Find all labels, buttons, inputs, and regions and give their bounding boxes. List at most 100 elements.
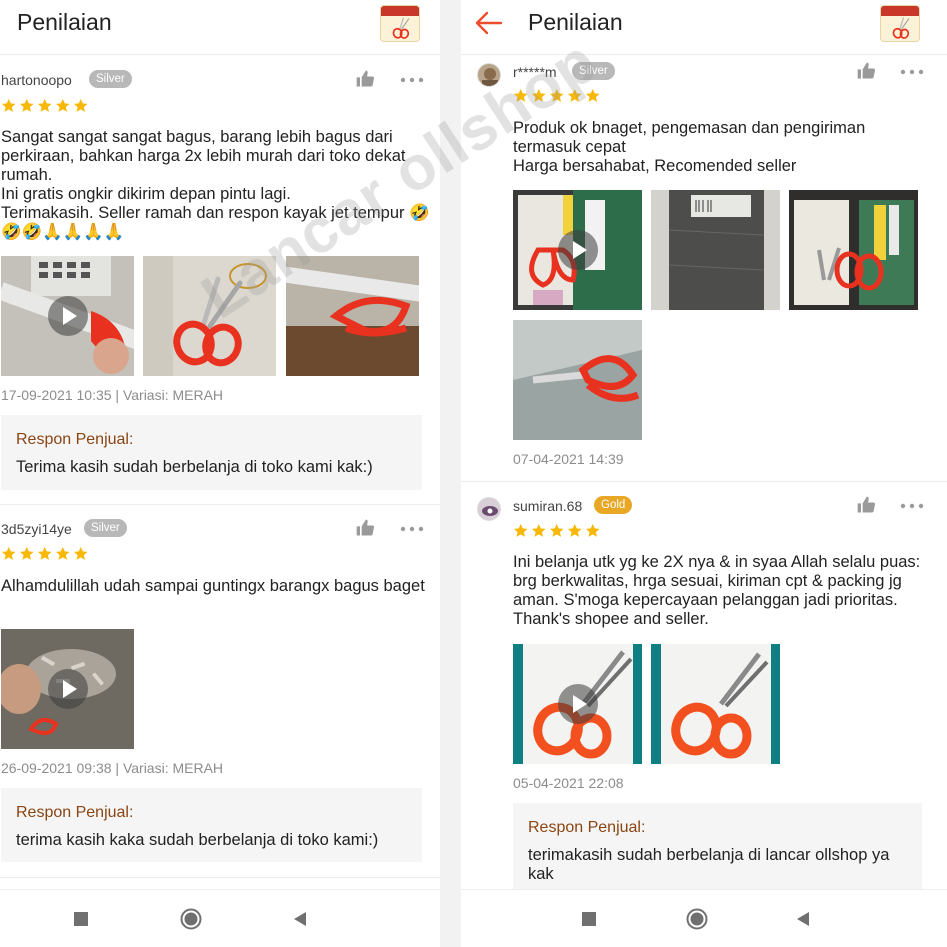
scissors-icon	[381, 6, 419, 40]
star-rating	[1, 98, 89, 114]
review-photo[interactable]	[789, 190, 918, 310]
seller-response-text: terimakasih sudah berbelanja di lancar o…	[528, 846, 890, 883]
star-icon	[37, 546, 53, 562]
seller-response-text: Terima kasih sudah berbelanja di toko ka…	[16, 458, 373, 476]
review-video[interactable]	[513, 190, 642, 310]
review-video[interactable]	[1, 256, 134, 376]
scissors-photo-image	[143, 256, 276, 376]
user-avatar-image	[478, 64, 500, 86]
like-icon[interactable]	[856, 61, 876, 81]
square-icon[interactable]	[578, 908, 600, 930]
play-button-icon[interactable]	[47, 669, 88, 709]
star-icon	[531, 523, 547, 539]
review-divider	[0, 877, 440, 878]
review-photo[interactable]	[286, 256, 419, 376]
play-button-icon[interactable]	[47, 296, 88, 336]
back-arrow-icon[interactable]	[473, 9, 505, 37]
play-button-icon[interactable]	[557, 230, 598, 270]
triangle-back-icon[interactable]	[289, 908, 311, 930]
star-rating	[513, 523, 601, 539]
triangle-back-icon[interactable]	[792, 908, 814, 930]
star-icon	[55, 98, 71, 114]
member-badge: Silver	[572, 62, 615, 80]
reviewer-username[interactable]: r*****m	[513, 64, 557, 80]
review-user-row: hartonoopo Silver	[0, 70, 440, 94]
scissors-icon	[881, 6, 919, 40]
star-icon	[585, 523, 601, 539]
review-text: Produk ok bnaget, pengemasan dan pengiri…	[513, 119, 866, 175]
seller-response-label: Respon Penjual:	[528, 819, 646, 836]
review-text: Alhamdulillah udah sampai guntingx baran…	[1, 577, 425, 595]
review-text: Ini belanja utk yg ke 2X nya & in syaa A…	[513, 553, 921, 628]
review-photo[interactable]	[143, 256, 276, 376]
more-options-icon[interactable]	[900, 496, 924, 516]
seller-response: Respon Penjual: terima kasih kaka sudah …	[1, 788, 422, 862]
shop-product-thumbnail[interactable]	[380, 5, 420, 42]
star-icon	[549, 88, 565, 104]
avatar[interactable]	[477, 497, 501, 521]
system-navigation-bar	[461, 889, 947, 947]
play-button-icon[interactable]	[557, 684, 598, 724]
review-user-row: r*****m Silver	[461, 61, 947, 87]
user-avatar-image	[478, 498, 500, 520]
review-item: r*****m Silver Produk ok bnaget, pengema…	[461, 62, 947, 472]
review-text: Sangat sangat sangat bagus, barang lebih…	[1, 128, 430, 241]
review-item: sumiran.68 Gold Ini belanja utk yg ke 2X…	[461, 496, 947, 889]
reviewer-username[interactable]: 3d5zyi14ye	[1, 521, 72, 537]
circle-icon[interactable]	[686, 908, 708, 930]
app-header: Penilaian	[0, 0, 440, 50]
review-photo[interactable]	[513, 320, 642, 440]
package-photo-image	[651, 190, 780, 310]
star-icon	[1, 546, 17, 562]
star-icon	[73, 546, 89, 562]
star-rating	[1, 546, 89, 562]
review-item: 3d5zyi14ye Silver Alhamdulillah udah sam…	[0, 519, 440, 879]
reviewer-username[interactable]: hartonoopo	[1, 72, 72, 88]
member-badge: Silver	[89, 70, 132, 88]
review-panel-left: Penilaian hartonoopo Silver Sangat sanga…	[0, 0, 440, 947]
member-badge: Gold	[594, 496, 633, 514]
review-item: hartonoopo Silver Sangat sangat sangat b…	[0, 70, 440, 500]
shop-product-thumbnail[interactable]	[880, 5, 920, 42]
more-options-icon[interactable]	[900, 62, 924, 82]
review-divider	[0, 504, 440, 505]
scissors-photo-image	[651, 644, 780, 764]
more-options-icon[interactable]	[400, 519, 424, 539]
more-options-icon[interactable]	[400, 70, 424, 90]
review-photo[interactable]	[651, 190, 780, 310]
star-icon	[1, 98, 17, 114]
review-video[interactable]	[1, 629, 134, 749]
review-meta: 26-09-2021 09:38 | Variasi: MERAH	[1, 760, 224, 776]
seller-response-text: terima kasih kaka sudah berbelanja di to…	[16, 831, 379, 849]
circle-icon[interactable]	[180, 908, 202, 930]
like-icon[interactable]	[856, 495, 876, 515]
avatar[interactable]	[477, 63, 501, 87]
page-title: Penilaian	[528, 9, 623, 35]
star-icon	[567, 523, 583, 539]
seller-response: Respon Penjual: terimakasih sudah berbel…	[513, 803, 922, 889]
review-photo[interactable]	[651, 644, 780, 764]
review-divider	[461, 481, 947, 482]
header-divider	[461, 54, 947, 55]
star-icon	[55, 546, 71, 562]
star-icon	[549, 523, 565, 539]
star-rating	[513, 88, 601, 104]
star-icon	[585, 88, 601, 104]
seller-response-label: Respon Penjual:	[16, 431, 134, 448]
reviewer-username[interactable]: sumiran.68	[513, 498, 582, 514]
star-icon	[513, 88, 529, 104]
review-user-row: sumiran.68 Gold	[461, 495, 947, 521]
seller-response-label: Respon Penjual:	[16, 804, 134, 821]
review-meta: 17-09-2021 10:35 | Variasi: MERAH	[1, 387, 224, 403]
app-header: Penilaian	[461, 0, 947, 50]
square-icon[interactable]	[70, 908, 92, 930]
review-video[interactable]	[513, 644, 642, 764]
star-icon	[531, 88, 547, 104]
star-icon	[513, 523, 529, 539]
header-divider	[0, 54, 440, 55]
star-icon	[567, 88, 583, 104]
like-icon[interactable]	[355, 518, 375, 538]
like-icon[interactable]	[355, 69, 375, 89]
page-title: Penilaian	[17, 9, 112, 35]
star-icon	[19, 546, 35, 562]
